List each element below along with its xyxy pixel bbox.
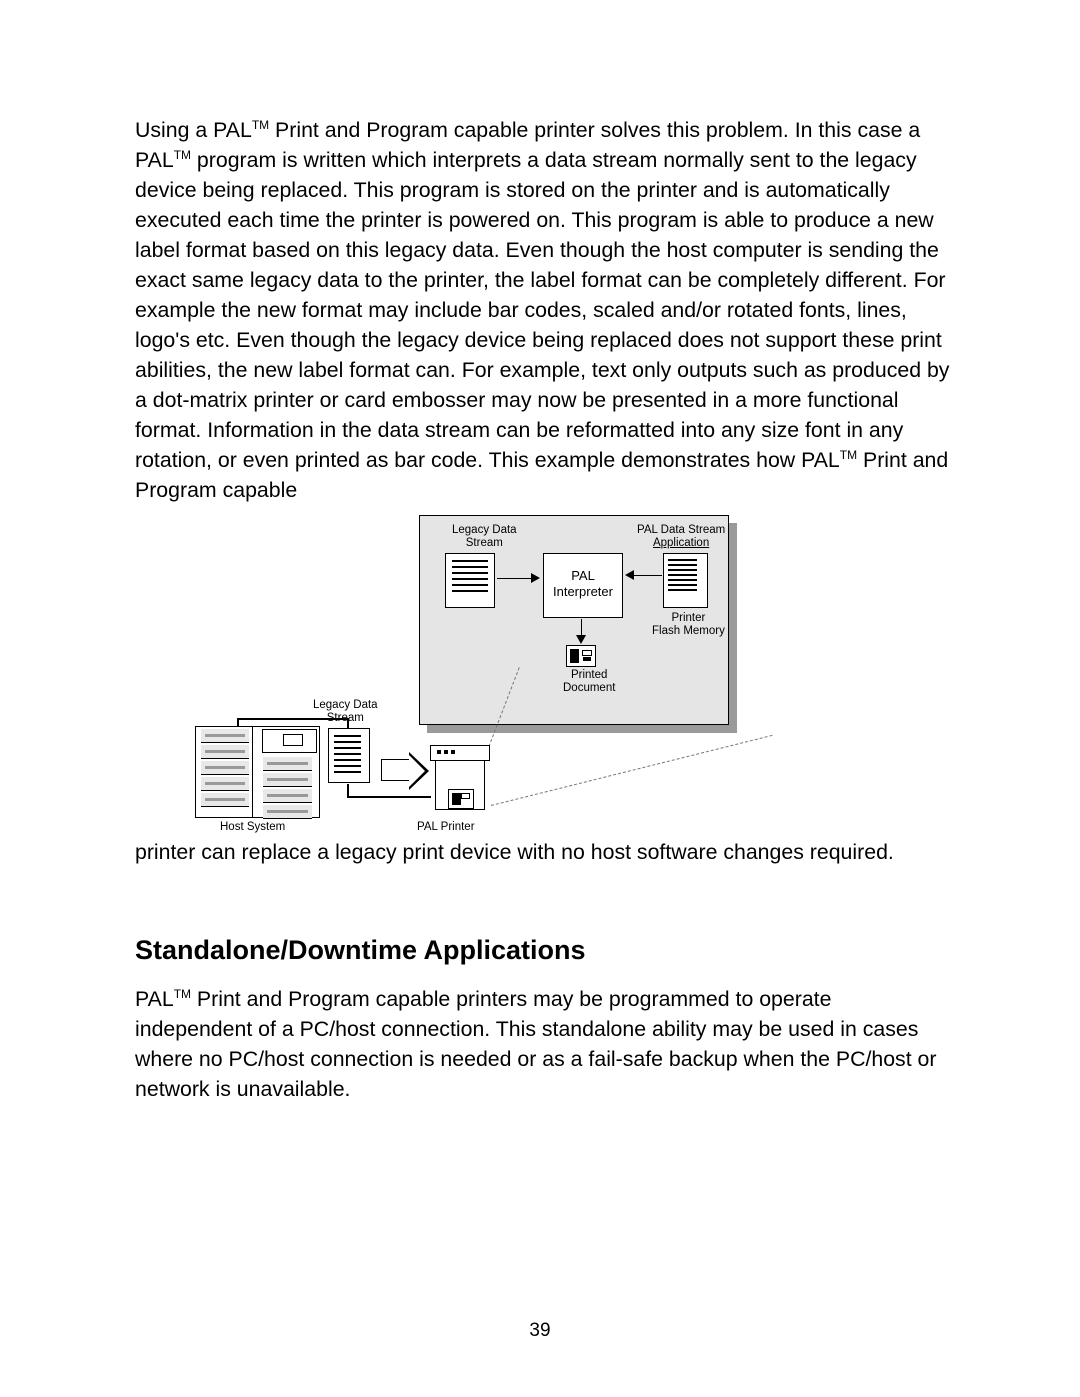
arrow-head-icon (625, 570, 634, 580)
host-system-icon (195, 726, 320, 818)
paragraph-2: PALTM Print and Program capable printers… (135, 984, 950, 1104)
trademark-sup: TM (840, 448, 857, 462)
trademark-sup: TM (252, 118, 269, 132)
label-host-system: Host System (220, 821, 285, 834)
arrow-head-icon (576, 635, 586, 644)
pal-interpreter-box: PALInterpreter (543, 553, 623, 618)
label-legacy-data-stream-2: Legacy DataStream (313, 699, 378, 725)
label-printer-flash: PrinterFlash Memory (652, 612, 725, 638)
text: Print and Program capable printers may b… (135, 987, 936, 1101)
text: printer can replace a legacy print devic… (135, 840, 894, 864)
document-page: Using a PALTM Print and Program capable … (0, 0, 1080, 1397)
architecture-diagram: Legacy DataStream PALInterpreter PAL Dat… (165, 513, 765, 833)
paragraph-1-cont: printer can replace a legacy print devic… (135, 837, 950, 867)
connector-line (347, 796, 431, 798)
pal-printer-output-icon (448, 789, 474, 809)
text: program is written which interprets a da… (135, 148, 949, 472)
projection-line (491, 735, 773, 806)
arrow-line (497, 578, 533, 579)
paragraph-1: Using a PALTM Print and Program capable … (135, 115, 950, 505)
label-pal-printer: PAL Printer (417, 821, 475, 834)
heading-standalone-downtime: Standalone/Downtime Applications (135, 935, 950, 966)
trademark-sup: TM (174, 987, 191, 1001)
pal-app-icon (663, 553, 708, 608)
label-pal-data-stream: PAL Data StreamApplication (637, 524, 725, 550)
label-printed-document: PrintedDocument (563, 669, 615, 695)
printed-document-icon (566, 645, 596, 667)
legacy-stream-icon-2 (328, 728, 370, 783)
trademark-sup: TM (174, 148, 191, 162)
arrow-line (634, 575, 662, 576)
legacy-stream-icon (445, 553, 495, 608)
pal-printer-top (430, 745, 490, 761)
text: PAL (135, 987, 174, 1011)
label-legacy-data-stream: Legacy DataStream (452, 524, 517, 550)
text: Using a PAL (135, 118, 252, 142)
arrow-head-icon (531, 573, 540, 583)
flow-arrow-icon (381, 759, 409, 781)
page-number: 39 (0, 1320, 1080, 1342)
